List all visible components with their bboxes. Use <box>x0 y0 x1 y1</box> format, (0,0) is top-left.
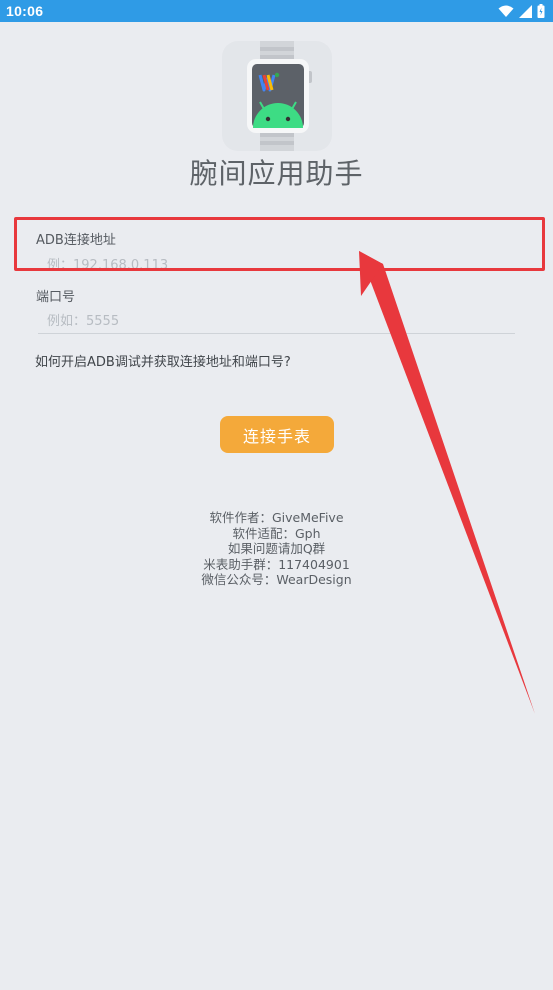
adb-address-input[interactable] <box>38 252 514 278</box>
app-logo <box>222 41 332 151</box>
credits-author: 软件作者：GiveMeFive <box>209 510 344 525</box>
status-bar: 10:06 <box>0 0 553 22</box>
credits-qq-group: 米表助手群：117404901 <box>203 556 350 572</box>
credits-adapted: 软件适配：Gph <box>232 525 321 541</box>
port-input[interactable] <box>38 308 514 334</box>
help-link[interactable]: 如何开启ADB调试并获取连接地址和端口号? <box>35 351 291 370</box>
signal-icon <box>519 4 532 18</box>
app-title: 腕间应用助手 <box>189 157 364 190</box>
credits: 软件作者：GiveMeFive 软件适配：Gph 如果问题请加Q群 米表助手群：… <box>0 510 553 588</box>
status-icons <box>498 4 545 18</box>
port-label: 端口号 <box>36 290 76 305</box>
battery-icon <box>537 4 545 18</box>
port-underline <box>38 333 515 334</box>
credits-qq-prompt: 如果问题请加Q群 <box>227 541 326 556</box>
credits-wechat: 微信公众号：WearDesign <box>201 572 352 587</box>
wear-os-android-watch-icon <box>247 41 312 151</box>
status-time: 10:06 <box>6 3 44 19</box>
adb-address-label: ADB连接地址 <box>36 233 116 248</box>
wifi-icon <box>498 5 514 18</box>
connect-button[interactable]: 连接手表 <box>220 416 334 453</box>
